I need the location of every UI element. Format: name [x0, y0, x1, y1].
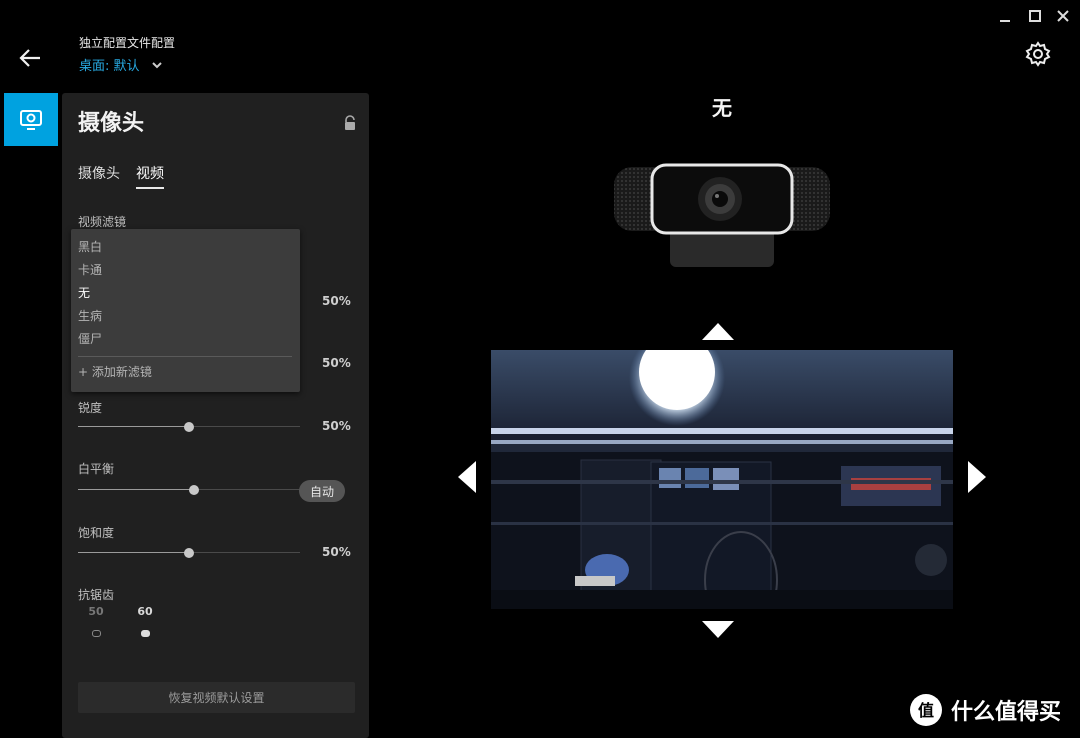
watermark: 值 什么值得买 [909, 692, 1061, 728]
sidebar-tab-camera[interactable] [4, 93, 58, 146]
video-filter-dropdown[interactable]: 黑白 卡通 无 生病 僵尸 + 添加新滤镜 [71, 229, 300, 392]
svg-text:值: 值 [918, 701, 934, 720]
profile-value: 桌面: 默认 [79, 59, 140, 74]
dropdown-divider [78, 356, 292, 357]
sharpness-slider[interactable] [78, 421, 300, 433]
saturation-label: 饱和度 [78, 526, 115, 540]
setting-value-1: 50% [322, 294, 351, 308]
slider-thumb[interactable] [189, 485, 199, 495]
filter-option-cartoon[interactable]: 卡通 [78, 261, 102, 278]
panel-title: 摄像头 [78, 111, 145, 136]
setting-value-2: 50% [322, 356, 351, 370]
filter-option-bw[interactable]: 黑白 [78, 238, 102, 255]
close-icon[interactable] [1055, 8, 1071, 24]
sharpness-label: 锐度 [78, 401, 103, 415]
filter-option-none[interactable]: 无 [78, 284, 90, 301]
chevron-down-icon [151, 61, 162, 68]
minimize-icon[interactable] [997, 8, 1013, 24]
saturation-value: 50% [322, 545, 351, 559]
slider-thumb[interactable] [184, 422, 194, 432]
reset-video-defaults-button[interactable]: 恢复视频默认设置 [78, 682, 355, 713]
profile-label: 独立配置文件配置 [79, 36, 176, 50]
white-balance-auto-button[interactable]: 自动 [299, 480, 345, 502]
antiflicker-option-60[interactable]: 60 [135, 605, 155, 618]
saturation-slider[interactable] [78, 547, 300, 559]
pan-right-arrow[interactable] [968, 461, 986, 493]
antiflicker-radio-60[interactable] [141, 630, 150, 637]
antiflicker-radio-50[interactable] [92, 630, 101, 637]
white-balance-slider[interactable] [78, 484, 300, 496]
filter-option-zombie[interactable]: 僵尸 [78, 330, 102, 347]
camera-preview [491, 350, 953, 609]
back-arrow-icon[interactable] [16, 44, 44, 72]
lock-icon[interactable] [343, 115, 357, 131]
white-balance-label: 白平衡 [78, 462, 115, 476]
tab-video[interactable]: 视频 [136, 163, 164, 189]
watermark-badge: 值 [910, 694, 942, 726]
antiflicker-option-50[interactable]: 50 [86, 605, 106, 618]
camera-icon [20, 109, 42, 130]
profile-selector[interactable]: 桌面: 默认 [79, 55, 164, 74]
tilt-down-arrow[interactable] [702, 621, 734, 638]
camera-settings-panel: 摄像头 摄像头 视频 视频滤镜 50% 50% 锐度 50% 白平衡 自动 饱和… [62, 93, 369, 738]
maximize-icon[interactable] [1027, 8, 1043, 24]
video-filter-label: 视频滤镜 [78, 215, 127, 229]
watermark-text: 什么值得买 [951, 700, 1062, 725]
webcam-image [614, 163, 830, 267]
current-filter-name: 无 [712, 96, 732, 120]
tab-camera[interactable]: 摄像头 [78, 163, 120, 187]
tilt-up-arrow[interactable] [702, 323, 734, 340]
filter-option-sick[interactable]: 生病 [78, 307, 102, 324]
sharpness-value: 50% [322, 419, 351, 433]
pan-left-arrow[interactable] [458, 461, 476, 493]
add-filter-button[interactable]: + 添加新滤镜 [78, 363, 152, 380]
gear-icon[interactable] [1024, 40, 1052, 68]
antiflicker-label: 抗锯齿 [78, 588, 115, 602]
slider-thumb[interactable] [184, 548, 194, 558]
